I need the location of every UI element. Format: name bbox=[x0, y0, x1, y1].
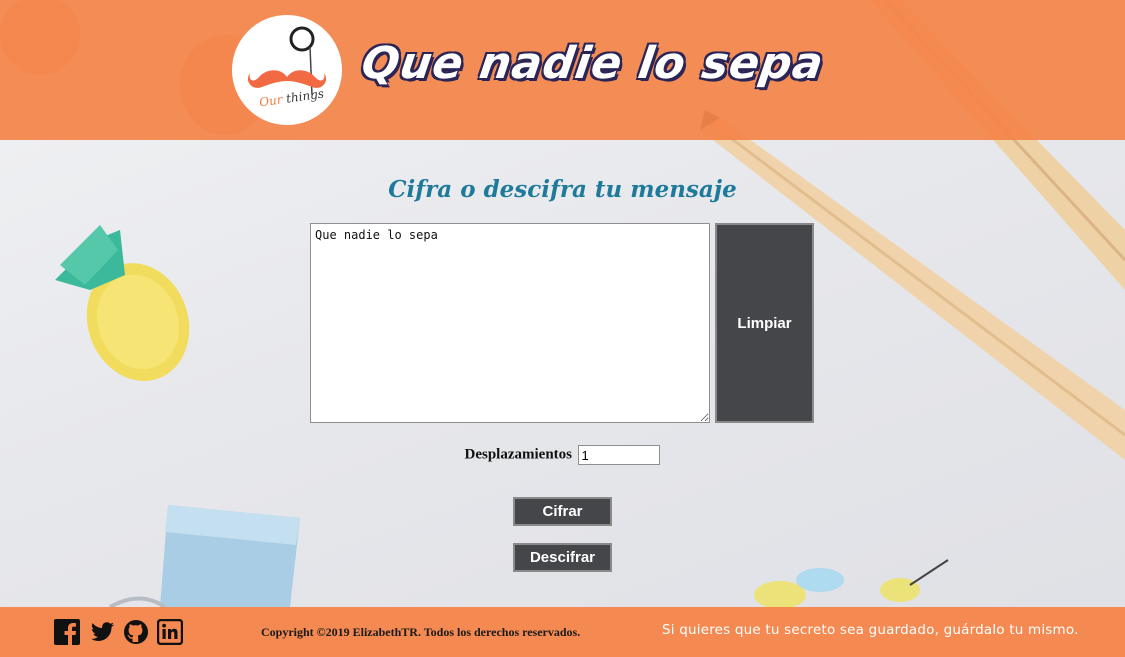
mustache-icon bbox=[247, 26, 327, 96]
site-title: Que nadie lo sepa bbox=[358, 38, 828, 89]
push-pin-decoration bbox=[754, 559, 949, 609]
message-input[interactable]: Que nadie lo sepa bbox=[310, 223, 710, 423]
twitter-icon[interactable] bbox=[89, 619, 115, 645]
shift-input[interactable] bbox=[578, 445, 661, 465]
page-heading: Cifra o descifra tu mensaje bbox=[388, 176, 737, 203]
pineapple-decoration bbox=[55, 225, 190, 381]
logo[interactable]: Our things bbox=[232, 15, 342, 125]
binder-clip-decoration bbox=[109, 505, 300, 609]
footer-motto: Si quieres que tu secreto sea guardado, … bbox=[662, 622, 1079, 638]
site-header: Our things Que nadie lo sepa bbox=[0, 0, 1125, 140]
shift-label: Desplazamientos bbox=[464, 446, 573, 463]
shift-row: Desplazamientos bbox=[0, 445, 1125, 467]
site-footer: Copyright ©2019 ElizabethTR. Todos los d… bbox=[0, 607, 1125, 657]
copyright-text: Copyright ©2019 ElizabethTR. Todos los d… bbox=[261, 625, 581, 639]
decrypt-button[interactable]: Descifrar bbox=[513, 543, 612, 572]
facebook-icon[interactable] bbox=[54, 619, 80, 645]
encrypt-button[interactable]: Cifrar bbox=[513, 497, 612, 526]
linkedin-icon[interactable] bbox=[157, 619, 183, 645]
clear-button[interactable]: Limpiar bbox=[715, 223, 814, 423]
github-icon[interactable] bbox=[123, 619, 149, 645]
